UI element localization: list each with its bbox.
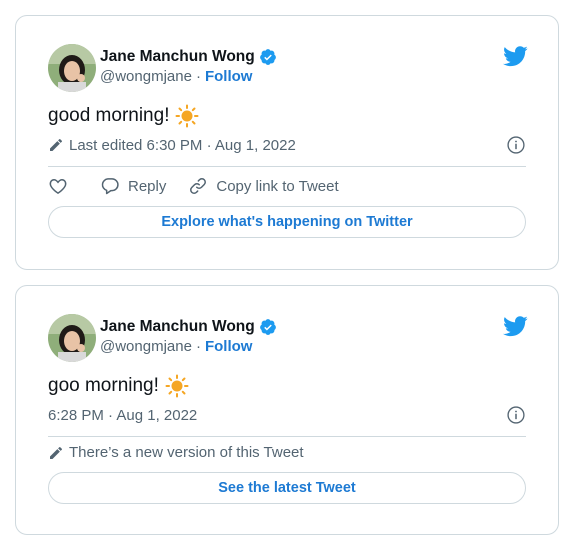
tweet-text: goo morning! [48,375,159,396]
tweet-header: Jane Manchun Wong @wongmjane · Follow [48,314,528,364]
pencil-icon [50,446,63,459]
tweet-text: good morning! [48,105,170,126]
timestamp-edited[interactable]: Last edited 6:30 PM · Aug 1, 2022 [69,137,296,154]
avatar[interactable] [48,44,96,92]
new-version-notice: There’s a new version of this Tweet [69,444,304,461]
follow-link[interactable]: Follow [205,338,253,355]
action-bar: Reply Copy link to Tweet [48,173,526,199]
sun-emoji-icon [165,374,189,398]
avatar[interactable] [48,314,96,362]
author-name[interactable]: Jane Manchun Wong [100,318,255,336]
reply-label: Reply [128,177,167,195]
divider [48,166,526,167]
author-name[interactable]: Jane Manchun Wong [100,48,255,66]
follow-link[interactable]: Follow [205,68,253,85]
info-icon[interactable] [506,405,526,425]
copy-link-button[interactable]: Copy link to Tweet [188,176,339,196]
like-button[interactable] [48,176,68,196]
timestamp[interactable]: 6:28 PM · Aug 1, 2022 [48,407,197,424]
pencil-icon [50,138,63,151]
tweet-header: Jane Manchun Wong @wongmjane · Follow [48,44,528,94]
author-handle[interactable]: @wongmjane [100,338,192,355]
separator-dot: · [195,338,201,355]
copy-link-label: Copy link to Tweet [216,177,339,195]
twitter-bird-icon[interactable] [503,316,528,337]
sun-emoji-icon [175,104,199,128]
verified-badge-icon [259,319,276,335]
explore-twitter-button[interactable]: Explore what's happening on Twitter [48,206,526,238]
heart-icon [49,178,67,194]
info-icon[interactable] [506,135,526,155]
tweet-embed-card-original: Jane Manchun Wong @wongmjane · Follow goo … [15,285,559,535]
see-latest-tweet-button[interactable]: See the latest Tweet [48,472,526,504]
author-handle[interactable]: @wongmjane [100,68,192,85]
divider [48,436,526,437]
tweet-embed-card-edited: Jane Manchun Wong @wongmjane · Follow good… [15,15,559,270]
twitter-bird-icon[interactable] [503,46,528,67]
verified-badge-icon [259,49,276,65]
link-icon [190,178,207,194]
reply-icon [101,178,119,195]
reply-button[interactable]: Reply [100,176,166,196]
separator-dot: · [195,68,201,85]
